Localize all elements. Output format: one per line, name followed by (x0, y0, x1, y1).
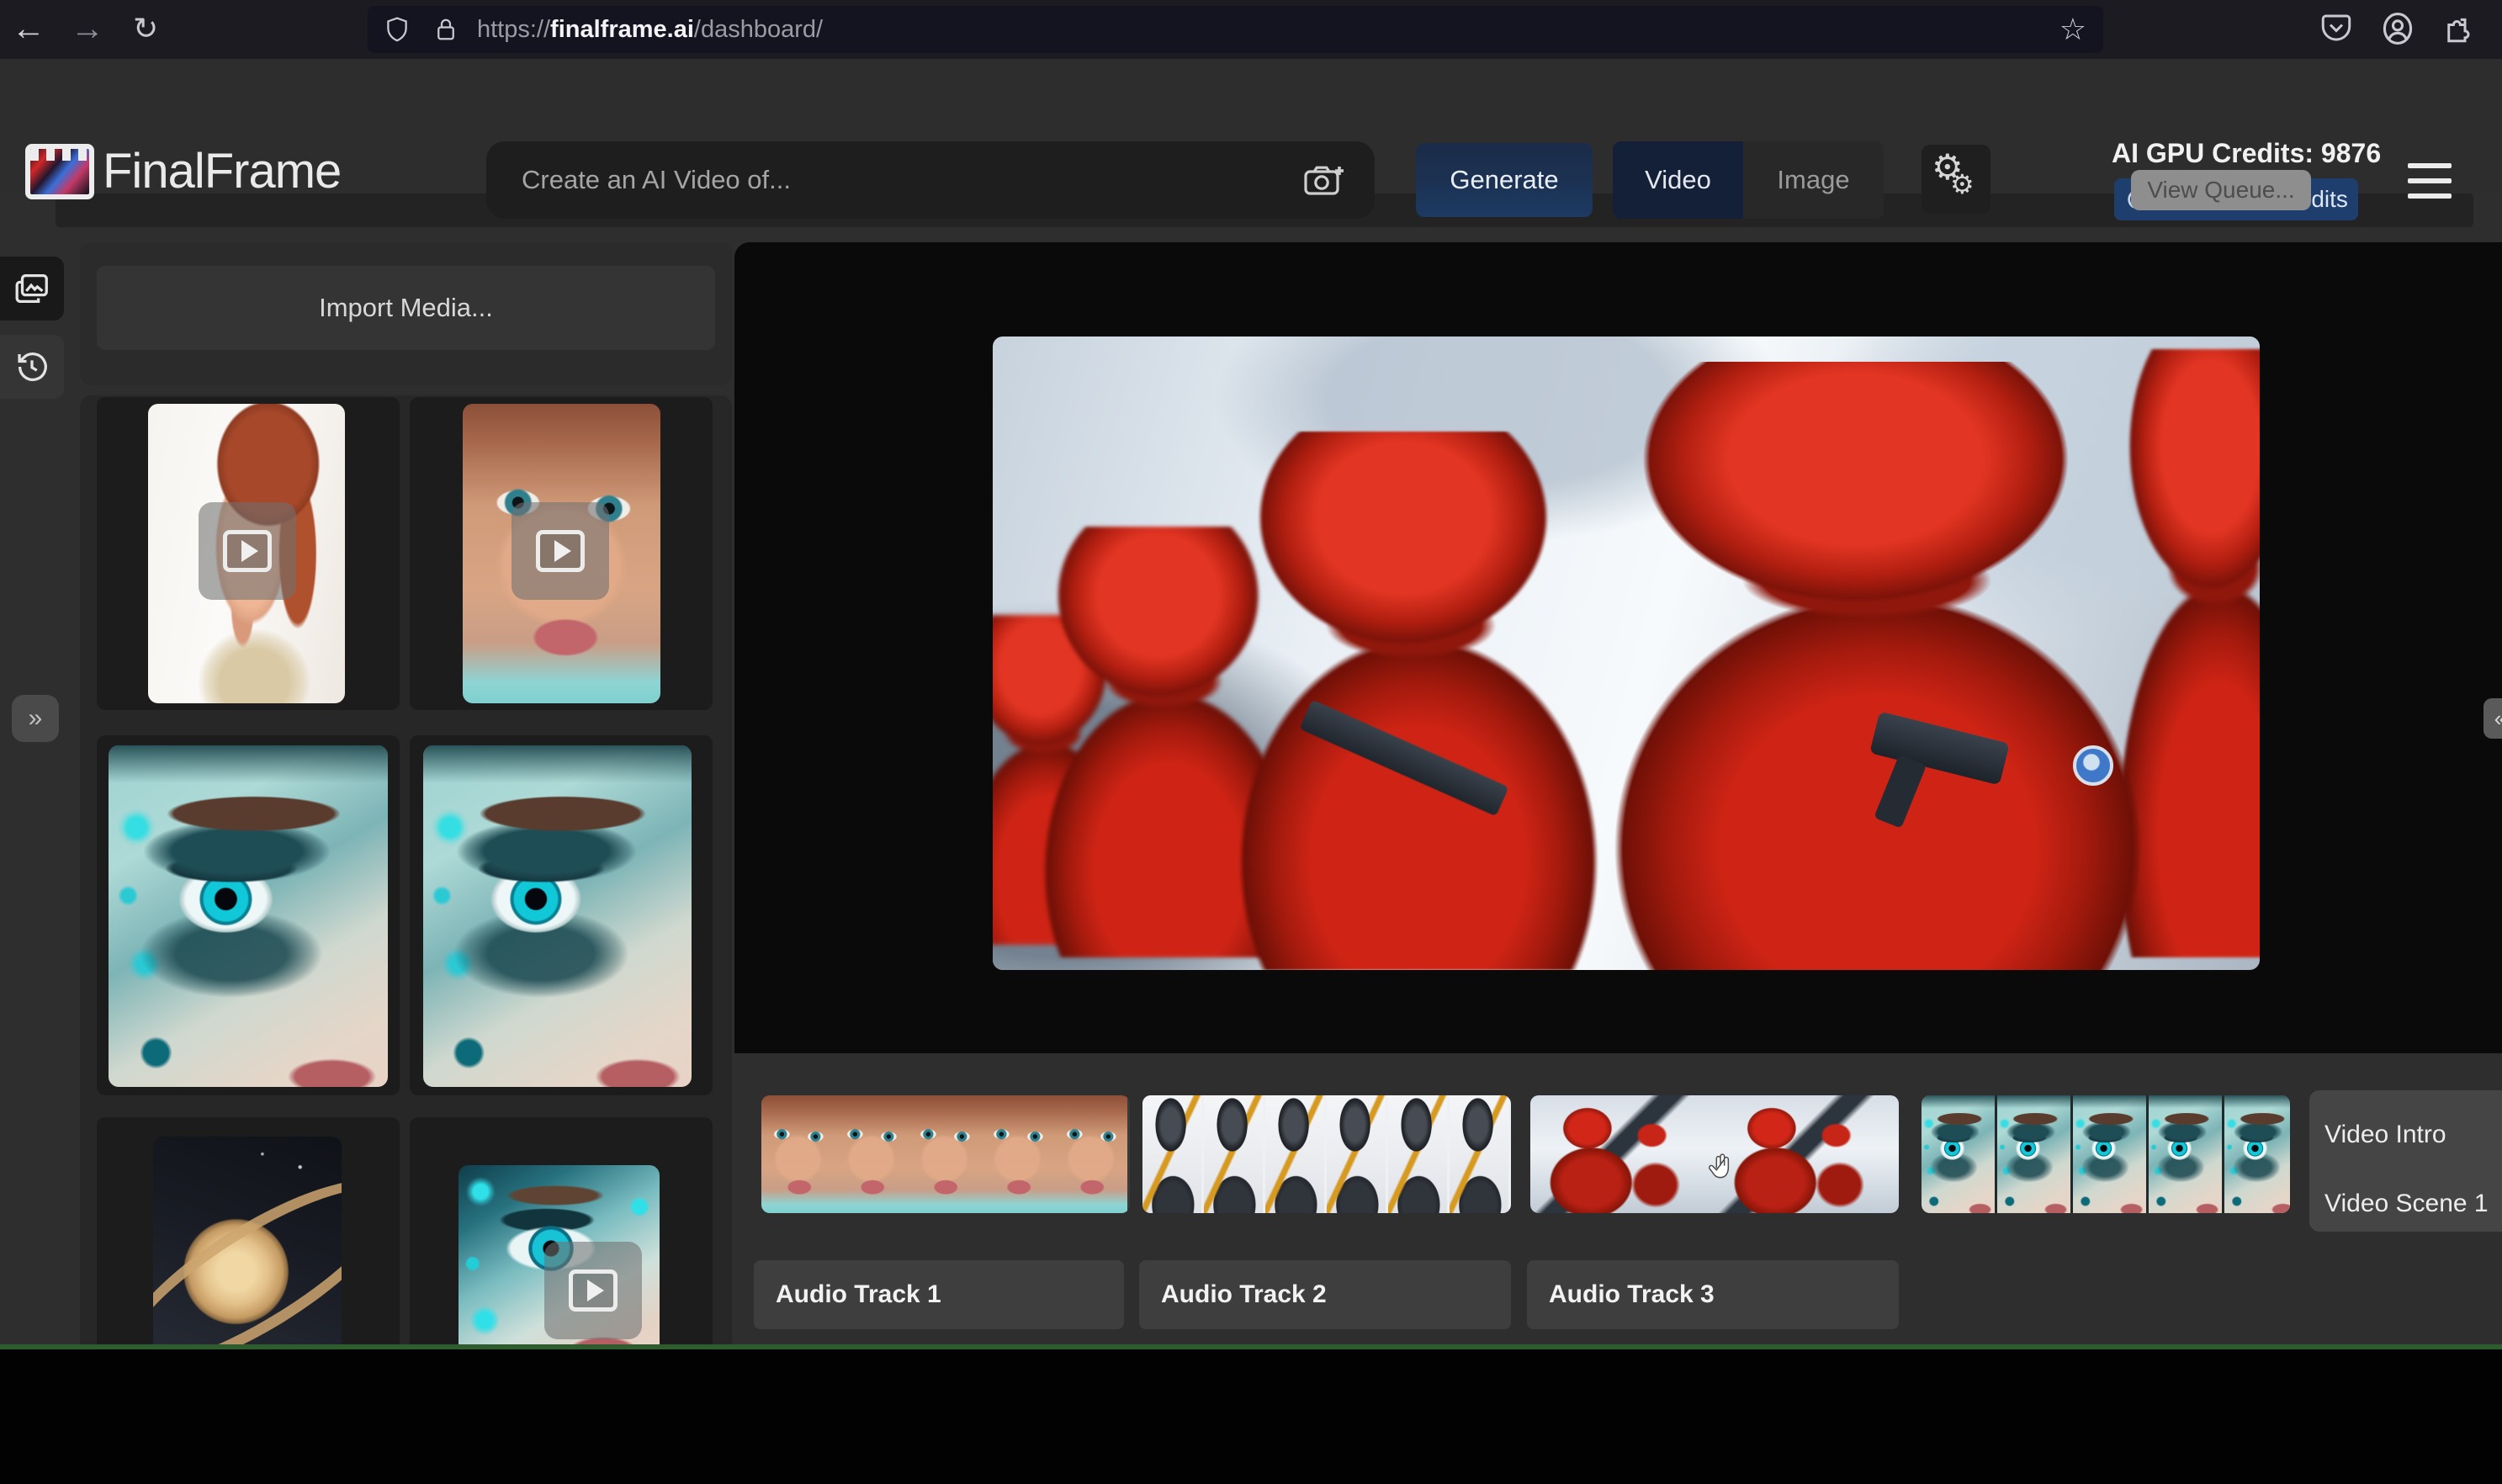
browser-toolbar: ← → ↻ https://finalframe.ai/dashboard/ ☆ (0, 0, 2502, 59)
bottom-black-bar (0, 1349, 2502, 1484)
timeline-clip-cyborg-eye[interactable] (1922, 1095, 2290, 1213)
url-text: https://finalframe.ai/dashboard/ (477, 16, 823, 44)
view-queue-button[interactable]: View Queue... (2131, 170, 2311, 210)
clapperboard-logo-icon (25, 144, 94, 199)
browser-forward-icon[interactable]: → (71, 8, 104, 49)
media-item-image-cyborg-eye-2[interactable] (410, 735, 713, 1095)
tab-video[interactable]: Video (1613, 141, 1743, 219)
menu-icon[interactable] (2408, 163, 2452, 199)
sidebar-item-media-library[interactable] (0, 257, 64, 321)
play-badge-icon[interactable] (199, 502, 296, 600)
track-labels-panel: Video Intro Video Scene 1 (2309, 1090, 2502, 1232)
import-panel: Import Media... (80, 242, 732, 385)
history-clock-icon (13, 347, 51, 386)
expand-sidebar-button[interactable]: » (12, 695, 59, 742)
browser-reload-icon[interactable]: ↻ (133, 8, 158, 49)
gear-small-icon: ⚙ (1950, 168, 1975, 200)
tab-image[interactable]: Image (1743, 141, 1884, 219)
hand-cursor (1704, 1151, 1738, 1185)
browser-back-icon[interactable]: ← (12, 8, 45, 49)
bookmark-star-icon[interactable]: ☆ (2059, 12, 2086, 47)
track-label-video-intro: Video Intro (2324, 1121, 2446, 1149)
timeline-audio-tracks: Audio Track 1 Audio Track 2 Audio Track … (0, 1260, 2502, 1331)
app-header: FinalFrame Create an AI Video of... Gene… (0, 59, 2502, 193)
app-logo[interactable]: FinalFrame (25, 143, 341, 199)
thumbnail-cyborg-eye (423, 745, 692, 1087)
import-media-button[interactable]: Import Media... (97, 266, 715, 350)
rifle (1869, 711, 2010, 785)
lock-icon (433, 15, 459, 44)
media-item-video-freckled[interactable] (410, 397, 713, 710)
mode-toggle: Video Image (1613, 141, 1884, 219)
generate-button[interactable]: Generate (1416, 143, 1593, 217)
prompt-placeholder: Create an AI Video of... (522, 165, 791, 195)
timeline-video-track: Video Intro Video Scene 1 (0, 1090, 2502, 1233)
video-preview[interactable] (993, 337, 2260, 970)
media-gallery-icon (13, 269, 51, 308)
media-item-video-redhead[interactable] (97, 397, 400, 710)
preview-canvas (734, 242, 2502, 1053)
play-badge-icon[interactable] (512, 502, 609, 600)
audio-track-3[interactable]: Audio Track 3 (1527, 1260, 1899, 1329)
camera-plus-icon[interactable] (1302, 162, 1346, 199)
audio-track-2[interactable]: Audio Track 2 (1139, 1260, 1511, 1329)
media-item-image-cyborg-eye-1[interactable] (97, 735, 400, 1095)
sidebar-item-history[interactable] (0, 335, 64, 399)
timeline-clip-robot[interactable] (1142, 1095, 1511, 1213)
shield-icon[interactable] (383, 15, 411, 44)
thumbnail-cyborg-eye (109, 745, 388, 1087)
shoulder-patch (2073, 745, 2113, 786)
gpu-credits-label: AI GPU Credits: 9876 (2112, 138, 2361, 169)
soldier-mid (1221, 432, 1601, 970)
finalframe-dashboard: ← → ↻ https://finalframe.ai/dashboard/ ☆… (0, 0, 2502, 1484)
track-label-video-scene-1: Video Scene 1 (2324, 1190, 2489, 1218)
audio-track-1[interactable]: Audio Track 1 (754, 1260, 1124, 1329)
pocket-icon[interactable] (2319, 10, 2354, 45)
url-bar[interactable]: https://finalframe.ai/dashboard/ ☆ (368, 6, 2103, 53)
collapse-panel-button[interactable]: « (2483, 698, 2502, 739)
timeline-clip-freckled[interactable] (761, 1095, 1130, 1213)
soldier-main (1588, 362, 2146, 970)
settings-button[interactable]: ⚙ ⚙ (1922, 145, 1990, 214)
account-icon[interactable] (2379, 10, 2416, 47)
prompt-input[interactable]: Create an AI Video of... (486, 141, 1375, 219)
app-name: FinalFrame (103, 143, 341, 199)
extensions-puzzle-icon[interactable] (2441, 10, 2477, 45)
